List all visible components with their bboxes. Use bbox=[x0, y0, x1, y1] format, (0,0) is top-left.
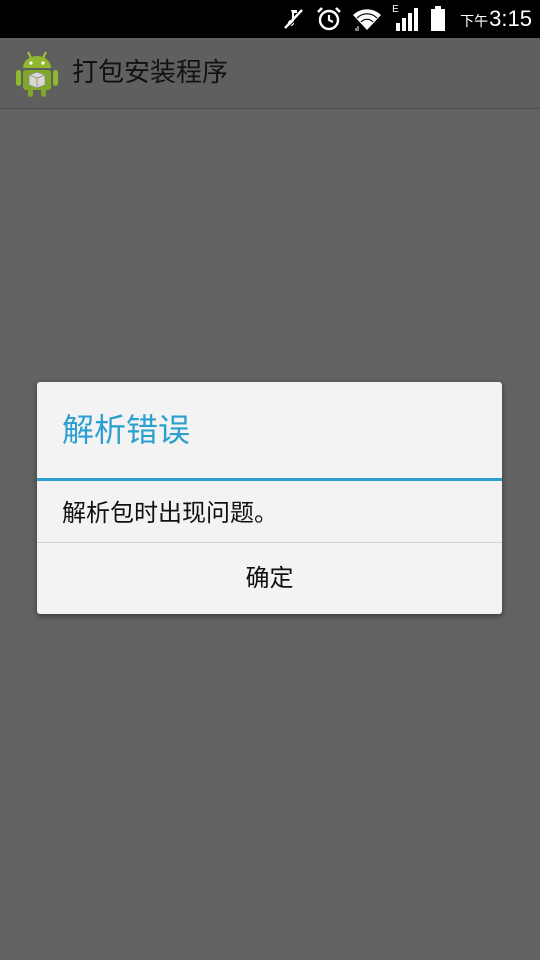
mute-icon bbox=[284, 9, 304, 30]
status-icons: E 下午 3:15 bbox=[282, 0, 532, 38]
wifi-icon bbox=[353, 9, 382, 31]
signal-indicator: E bbox=[392, 4, 420, 32]
screen: E 下午 3:15 打包安装程序 解析错误 解析包时出现问题。 确定 bbox=[0, 0, 540, 960]
alarm-icon bbox=[317, 7, 342, 31]
dialog-message: 解析包时出现问题。 bbox=[62, 499, 278, 527]
dialog-title: 解析错误 bbox=[62, 411, 191, 449]
battery-icon bbox=[431, 6, 446, 31]
action-bar: 打包安装程序 bbox=[0, 38, 540, 109]
app-title: 打包安装程序 bbox=[72, 58, 229, 88]
status-time: 3:15 bbox=[489, 6, 532, 31]
parse-error-dialog: 解析错误 解析包时出现问题。 确定 bbox=[37, 382, 502, 614]
status-bar: E 下午 3:15 bbox=[0, 0, 540, 38]
status-clock: 下午 3:15 bbox=[460, 6, 532, 32]
android-package-icon bbox=[16, 51, 58, 97]
signal-icon bbox=[396, 8, 419, 31]
ok-button[interactable]: 确定 bbox=[37, 543, 502, 614]
status-ampm: 下午 bbox=[460, 14, 489, 30]
